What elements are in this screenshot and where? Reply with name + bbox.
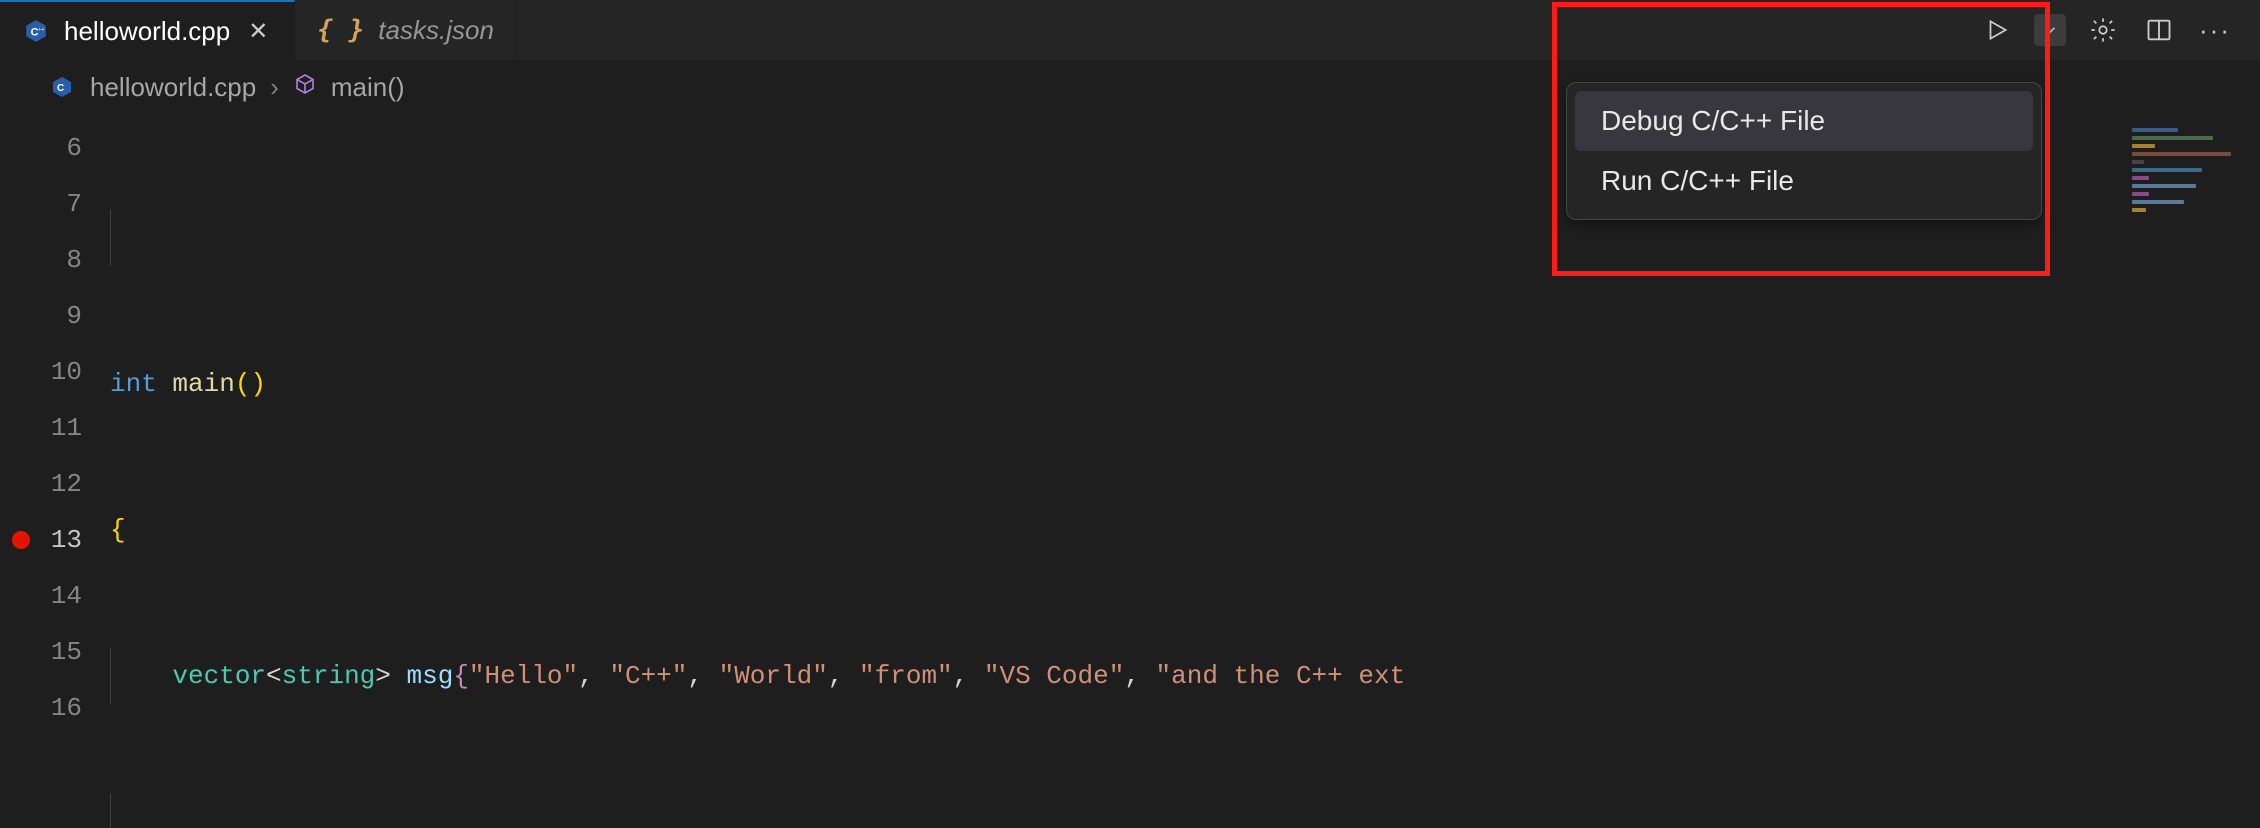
tab-helloworld[interactable]: C ++ helloworld.cpp ✕ — [0, 0, 295, 60]
symbol-method-icon — [293, 72, 317, 103]
run-debug-dropdown: Debug C/C++ File Run C/C++ File — [1566, 82, 2042, 220]
tabbar-actions: ··· — [1978, 0, 2260, 60]
gear-icon[interactable] — [2084, 11, 2122, 49]
more-icon[interactable]: ··· — [2196, 11, 2234, 49]
menu-run-cpp[interactable]: Run C/C++ File — [1575, 151, 2033, 211]
svg-text:C: C — [57, 83, 64, 94]
cpp-file-icon: C ++ — [22, 17, 50, 45]
tab-label: tasks.json — [378, 15, 494, 46]
editor-tabbar: C ++ helloworld.cpp ✕ { } tasks.json — [0, 0, 2260, 60]
line-gutter: 6 7 8 9 10 11 12 13 14 15 16 — [0, 114, 110, 828]
close-icon[interactable]: ✕ — [244, 17, 272, 46]
menu-debug-cpp[interactable]: Debug C/C++ File — [1575, 91, 2033, 151]
breadcrumb-separator: › — [270, 72, 279, 103]
breadcrumb-file[interactable]: helloworld.cpp — [90, 72, 256, 103]
run-icon[interactable] — [1978, 11, 2016, 49]
code-area[interactable]: int main() { vector<string> msg{"Hello",… — [110, 114, 2120, 828]
cpp-file-icon: C — [48, 73, 76, 101]
tab-label: helloworld.cpp — [64, 16, 230, 47]
svg-text:++: ++ — [38, 27, 44, 33]
code-editor[interactable]: 6 7 8 9 10 11 12 13 14 15 16 int main() … — [0, 114, 2260, 828]
chevron-down-icon[interactable] — [2034, 14, 2066, 46]
breakpoint-line-13: 13 — [0, 512, 110, 568]
minimap[interactable] — [2120, 114, 2260, 828]
split-editor-icon[interactable] — [2140, 11, 2178, 49]
tab-tasks-json[interactable]: { } tasks.json — [295, 0, 517, 60]
json-file-icon: { } — [317, 15, 364, 45]
breadcrumb-symbol[interactable]: main() — [331, 72, 405, 103]
